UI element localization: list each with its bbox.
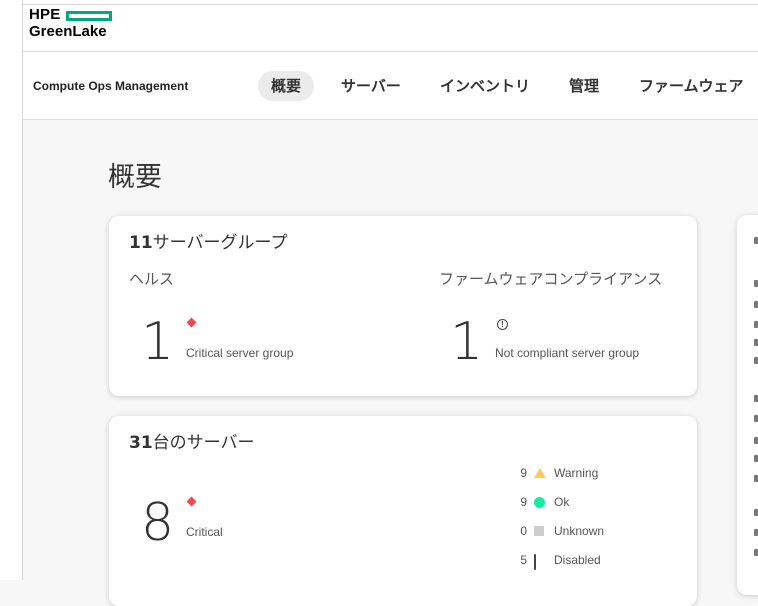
not-compliant-group-count[interactable]: 1 bbox=[450, 315, 483, 369]
servers-card-title: 31台のサーバー bbox=[129, 428, 255, 453]
partial-right-card[interactable] bbox=[737, 215, 758, 595]
page-title: 概要 bbox=[108, 162, 162, 193]
clipped-text-fragment bbox=[754, 455, 758, 462]
not-compliant-group-desc: Not compliant server group bbox=[495, 346, 640, 360]
alert-circle-icon: ! bbox=[497, 319, 508, 330]
health-critical-group-count[interactable]: 1 bbox=[141, 315, 174, 369]
clipped-text-fragment bbox=[754, 280, 758, 287]
app-navigation-bar: Compute Ops Management 概要 サーバー インベントリ 管理… bbox=[23, 52, 758, 120]
critical-diamond-icon bbox=[186, 317, 197, 328]
tab-firmware[interactable]: ファームウェア bbox=[626, 71, 757, 101]
server-group-count: 11 bbox=[129, 233, 153, 253]
status-row-disabled[interactable]: 5 Disabled bbox=[505, 553, 601, 571]
clipped-text-fragment bbox=[754, 529, 758, 536]
unknown-count: 0 bbox=[520, 524, 527, 538]
warning-label: Warning bbox=[554, 466, 599, 480]
clipped-text-fragment bbox=[754, 437, 758, 444]
warning-count: 9 bbox=[520, 466, 527, 480]
servers-card[interactable]: 31台のサーバー 8 Critical 9 Warning 9 Ok 0 Unk… bbox=[109, 416, 697, 606]
logo-text-greenlake: GreenLake bbox=[29, 23, 107, 40]
clipped-text-fragment bbox=[754, 301, 758, 308]
ok-circle-icon bbox=[534, 497, 545, 508]
servers-title-text: 台のサーバー bbox=[152, 433, 255, 453]
tab-servers[interactable]: サーバー bbox=[328, 71, 414, 101]
clipped-text-fragment bbox=[754, 339, 758, 346]
logo-green-rectangle-icon bbox=[66, 11, 112, 21]
server-group-title-text: サーバーグループ bbox=[152, 233, 288, 253]
unknown-label: Unknown bbox=[554, 524, 605, 538]
critical-server-label: Critical bbox=[186, 525, 223, 539]
clipped-text-fragment bbox=[754, 237, 758, 244]
tab-inventory[interactable]: インベントリ bbox=[427, 71, 543, 101]
clipped-text-fragment bbox=[754, 321, 758, 328]
brand-header: HPE GreenLake bbox=[23, 5, 758, 52]
ok-count: 9 bbox=[520, 495, 527, 509]
warning-triangle-icon bbox=[534, 468, 546, 478]
app-title[interactable]: Compute Ops Management bbox=[33, 79, 188, 93]
clipped-text-fragment bbox=[754, 509, 758, 516]
clipped-text-fragment bbox=[754, 549, 758, 556]
tab-management[interactable]: 管理 bbox=[556, 71, 612, 101]
unknown-square-icon bbox=[534, 526, 544, 536]
critical-server-count[interactable]: 8 bbox=[141, 496, 174, 550]
disabled-label: Disabled bbox=[554, 553, 601, 567]
critical-diamond-icon bbox=[186, 496, 197, 507]
tab-overview[interactable]: 概要 bbox=[258, 71, 315, 101]
window-left-border bbox=[0, 0, 23, 580]
disabled-box-icon bbox=[534, 554, 536, 570]
clipped-text-fragment bbox=[754, 415, 758, 422]
health-section-label: ヘルス bbox=[129, 270, 175, 288]
firmware-compliance-label: ファームウェアコンプライアンス bbox=[439, 270, 663, 288]
clipped-text-fragment bbox=[754, 395, 758, 402]
logo-text-hpe: HPE bbox=[29, 6, 61, 23]
disabled-count: 5 bbox=[520, 553, 527, 567]
server-groups-card[interactable]: 11サーバーグループ ヘルス 1 Critical server group フ… bbox=[109, 216, 697, 396]
clipped-text-fragment bbox=[754, 475, 758, 482]
server-groups-card-title: 11サーバーグループ bbox=[129, 228, 287, 253]
critical-group-desc: Critical server group bbox=[186, 346, 294, 360]
ok-label: Ok bbox=[554, 495, 570, 509]
server-count: 31 bbox=[129, 433, 153, 453]
clipped-text-fragment bbox=[754, 357, 758, 364]
hpe-greenlake-logo[interactable]: HPE GreenLake bbox=[29, 7, 119, 45]
